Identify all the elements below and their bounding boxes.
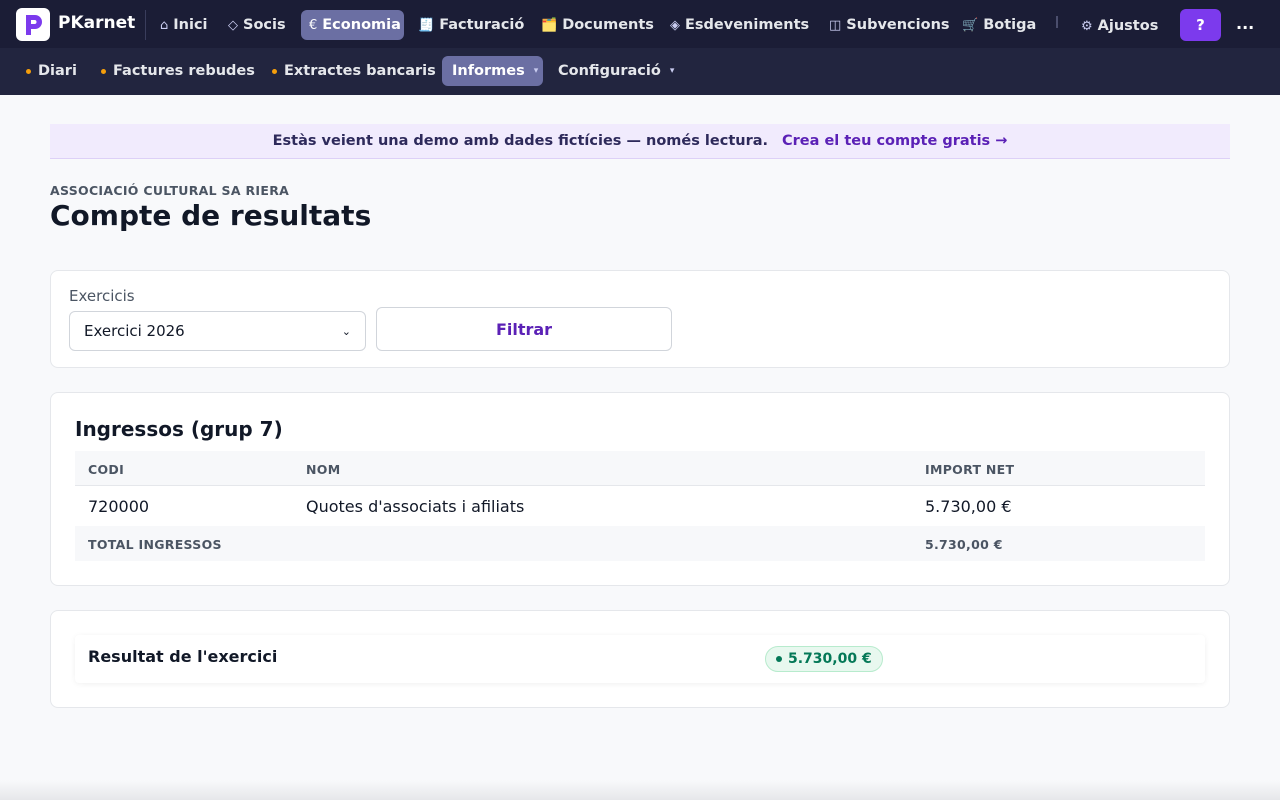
subnav-label: Extractes bancaris — [284, 63, 436, 79]
result-label: Resultat de l'exercici — [88, 647, 278, 666]
nav-item-facturacio[interactable]: 🧾 Facturació — [410, 10, 532, 40]
result-badge: 5.730,00 € — [765, 646, 883, 672]
income-card: Ingressos (grup 7) CODI NOM IMPORT NET 7… — [50, 392, 1230, 586]
income-table: CODI NOM IMPORT NET 720000 Quotes d'asso… — [75, 451, 1205, 561]
subnav-item-diari[interactable]: Diari — [16, 56, 87, 86]
status-dot-icon — [776, 656, 782, 662]
exercise-select[interactable]: Exercici 2026 ⌄ — [69, 311, 366, 351]
home-icon: ⌂ — [160, 17, 169, 33]
table-row: 720000 Quotes d'associats i afiliats 5.7… — [75, 486, 1205, 526]
demo-banner: Estàs veient una demo amb dades fictície… — [50, 124, 1230, 159]
chevron-down-icon: ⌄ — [341, 324, 351, 338]
subnav-item-extractes-bancaris[interactable]: Extractes bancaris — [262, 56, 446, 86]
brand-name[interactable]: PKarnet — [58, 13, 135, 33]
cart-icon: 🛒 — [962, 17, 979, 33]
event-icon: ◈ — [670, 17, 680, 33]
total-amount: 5.730,00 € — [925, 537, 1003, 552]
filter-card: Exercicis Exercici 2026 ⌄ Filtrar — [50, 270, 1230, 368]
result-amount: 5.730,00 € — [788, 651, 872, 667]
exercise-label: Exercicis — [69, 287, 135, 305]
chevron-down-icon: ▾ — [669, 66, 675, 76]
result-row: Resultat de l'exercici 5.730,00 € — [75, 635, 1205, 683]
column-header-name: NOM — [306, 462, 341, 477]
subnav-label: Informes — [452, 63, 525, 79]
total-label: TOTAL INGRESSOS — [88, 537, 222, 552]
nav-label: Inici — [173, 17, 208, 33]
subnav-item-factures-rebudes[interactable]: Factures rebudes — [91, 56, 265, 86]
create-account-link[interactable]: Crea el teu compte gratis → — [782, 133, 1007, 149]
page-bottom-shade — [0, 780, 1280, 800]
dot-icon — [101, 68, 106, 74]
sub-nav: Diari Factures rebudes Extractes bancari… — [0, 48, 1280, 95]
result-card: Resultat de l'exercici 5.730,00 € — [50, 610, 1230, 708]
dot-icon — [272, 68, 277, 74]
nav-item-esdeveniments[interactable]: ◈ Esdeveniments — [662, 10, 817, 40]
income-section-title: Ingressos (grup 7) — [75, 417, 283, 441]
nav-label: Socis — [243, 17, 286, 33]
diamond-icon: ◇ — [228, 17, 238, 33]
row-name: Quotes d'associats i afiliats — [306, 497, 525, 516]
euro-icon: € — [309, 17, 318, 33]
nav-item-botiga[interactable]: 🛒 Botiga — [954, 10, 1044, 40]
filter-button[interactable]: Filtrar — [376, 307, 672, 351]
row-amount: 5.730,00 € — [925, 497, 1012, 516]
page-title: Compte de resultats — [50, 199, 372, 232]
nav-item-inici[interactable]: ⌂ Inici — [152, 10, 216, 40]
nav-label: Ajustos — [1097, 18, 1159, 34]
more-button[interactable]: ... — [1236, 14, 1254, 33]
table-header: CODI NOM IMPORT NET — [75, 451, 1205, 486]
exercise-select-value: Exercici 2026 — [84, 322, 185, 340]
table-total-row: TOTAL INGRESSOS 5.730,00 € — [75, 526, 1205, 561]
nav-divider — [1056, 16, 1058, 28]
row-code: 720000 — [88, 497, 150, 516]
help-button[interactable]: ? — [1180, 9, 1221, 41]
nav-label: Esdeveniments — [685, 17, 810, 33]
subnav-label: Diari — [38, 63, 77, 79]
receipt-icon: 🧾 — [418, 17, 435, 33]
nav-item-ajustos[interactable]: ⚙ Ajustos — [1073, 11, 1166, 41]
nav-divider — [145, 10, 146, 40]
logo-icon[interactable] — [16, 8, 50, 41]
column-header-code: CODI — [88, 462, 125, 477]
subnav-item-informes[interactable]: Informes ▾ — [442, 56, 543, 86]
nav-item-economia[interactable]: € Economia — [301, 10, 404, 40]
subnav-label: Factures rebudes — [113, 63, 255, 79]
nav-label: Botiga — [983, 17, 1037, 33]
nav-label: Documents — [562, 17, 654, 33]
top-nav: PKarnet ⌂ Inici ◇ Socis € Economia 🧾 Fac… — [0, 0, 1280, 48]
column-header-amount: IMPORT NET — [925, 462, 1015, 477]
subnav-item-configuracio[interactable]: Configuració ▾ — [548, 56, 684, 86]
nav-label: Facturació — [439, 17, 525, 33]
columns-icon: ◫ — [829, 17, 842, 33]
demo-banner-text: Estàs veient una demo amb dades fictície… — [272, 133, 769, 149]
nav-label: Economia — [322, 17, 401, 33]
dot-icon — [26, 68, 31, 74]
gear-icon: ⚙ — [1081, 18, 1093, 34]
nav-item-subvencions[interactable]: ◫ Subvencions — [821, 10, 958, 40]
nav-item-documents[interactable]: 🗂️ Documents — [533, 10, 662, 40]
subnav-label: Configuració — [558, 63, 661, 79]
nav-item-socis[interactable]: ◇ Socis — [220, 10, 294, 40]
organization-name: ASSOCIACIÓ CULTURAL SA RIERA — [50, 183, 290, 198]
nav-label: Subvencions — [846, 17, 950, 33]
chevron-down-icon: ▾ — [533, 66, 539, 76]
folder-icon: 🗂️ — [541, 17, 558, 33]
